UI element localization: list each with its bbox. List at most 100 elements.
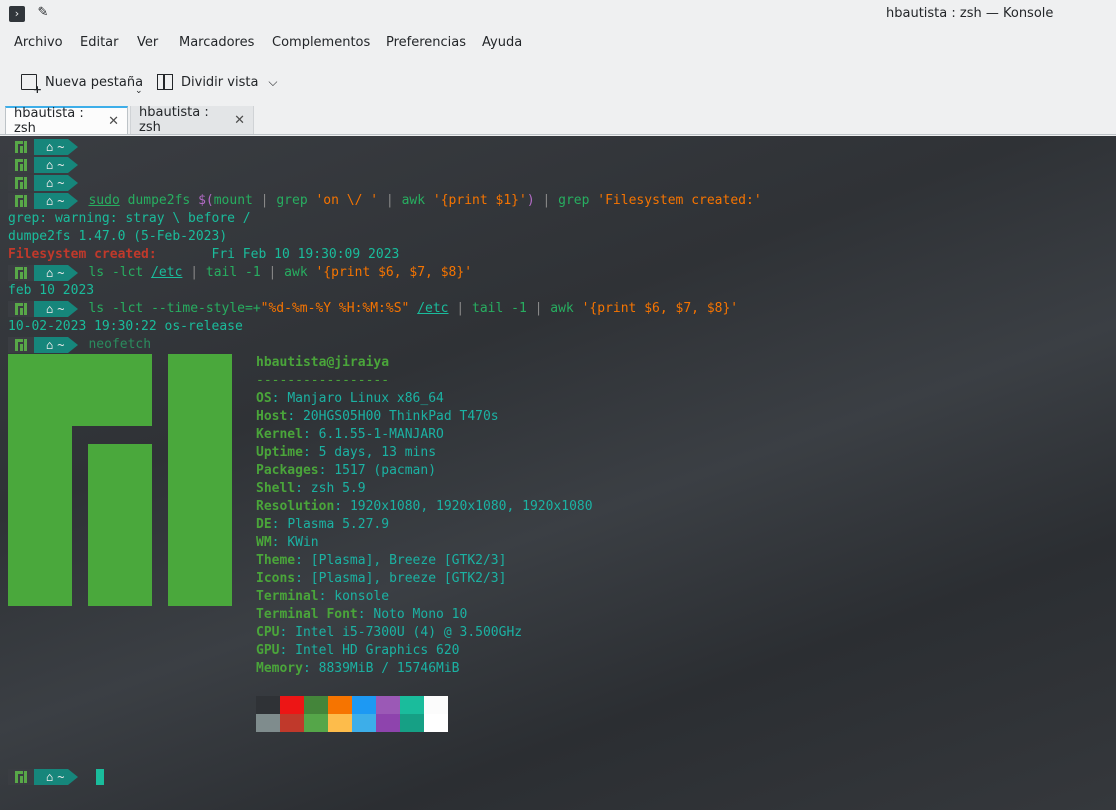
new-tab-button[interactable]: Nueva pestaña ⌄ [21, 70, 144, 96]
info-row: GPU: Intel HD Graphics 620 [256, 643, 460, 658]
info-row: Terminal: konsole [256, 589, 390, 604]
menu-ayuda[interactable]: Ayuda [482, 35, 522, 50]
color-swatch [304, 714, 328, 732]
toolbar: Nueva pestaña ⌄ Dividir vista ⌵ [0, 64, 1116, 100]
color-swatch [280, 714, 304, 732]
tab-label: hbautista : zsh [139, 105, 209, 135]
color-swatch [400, 714, 424, 732]
info-label: Terminal Font [256, 607, 358, 622]
output-line: 10-02-2023 19:30:22 os-release [8, 319, 243, 334]
info-label: Theme [256, 553, 296, 568]
info-value: 20HGS05H00 ThinkPad T470s [302, 409, 499, 424]
info-label: DE [256, 517, 272, 532]
color-swatch [328, 696, 352, 714]
info-row: Icons: [Plasma], breeze [GTK2/3] [256, 571, 507, 586]
color-swatch [352, 714, 376, 732]
shell-prompt: ⌂ ~ neofetch [8, 337, 151, 353]
color-swatch [376, 696, 400, 714]
new-tab-label: Nueva pestaña [45, 74, 144, 90]
terminal-app-icon[interactable]: › [9, 6, 25, 22]
user-host: hbautista@jiraiya [256, 355, 390, 370]
menu-preferencias[interactable]: Preferencias [386, 35, 466, 50]
close-icon[interactable]: ✕ [108, 114, 119, 129]
home-icon: ⌂ [46, 158, 54, 172]
menu-marcadores[interactable]: Marcadores [179, 35, 254, 50]
manjaro-icon [8, 337, 34, 353]
close-icon[interactable]: ✕ [234, 113, 245, 128]
color-swatch [304, 696, 328, 714]
info-value: konsole [334, 589, 390, 604]
manjaro-icon [8, 265, 34, 281]
chevron-down-icon[interactable]: ⌄ [135, 86, 143, 96]
home-icon: ⌂ [46, 176, 54, 190]
prompt-cwd: ~ [57, 158, 65, 172]
info-row: Memory: 8839MiB / 15746MiB [256, 661, 460, 676]
command-line: ls -lct /etc | tail -1 | awk '{print $6,… [88, 265, 473, 280]
info-label: WM [256, 535, 272, 550]
menu-ver[interactable]: Ver [137, 35, 158, 50]
command-line: sudo dumpe2fs $(mount | grep 'on \/ ' | … [88, 193, 762, 208]
info-value: 1920x1080, 1920x1080, 1920x1080 [349, 499, 593, 514]
output-line: grep: warning: stray \ before / [8, 211, 251, 226]
menu-archivo[interactable]: Archivo [14, 35, 63, 50]
manjaro-icon [8, 301, 34, 317]
info-label: Kernel [256, 427, 303, 442]
info-label: Resolution [256, 499, 335, 514]
shell-prompt: ⌂ ~ sudo dumpe2fs $(mount | grep 'on \/ '… [8, 193, 762, 209]
shell-prompt: ⌂ ~ [8, 769, 79, 785]
info-row: Resolution: 1920x1080, 1920x1080, 1920x1… [256, 499, 593, 514]
shell-prompt: ⌂ ~ ls -lct --time-style=+"%d-%m-%Y %H:%M… [8, 301, 738, 317]
manjaro-icon [8, 193, 34, 209]
color-swatch [256, 696, 280, 714]
info-row: Packages: 1517 (pacman) [256, 463, 437, 478]
menubar: Archivo Editar Ver Marcadores Complement… [0, 30, 1116, 56]
info-label: OS [256, 391, 272, 406]
info-row: Theme: [Plasma], Breeze [GTK2/3] [256, 553, 507, 568]
output-line: Filesystem created: Fri Feb 10 19:30:09 … [8, 247, 400, 262]
prompt-cwd: ~ [57, 770, 65, 784]
command-line: ls -lct --time-style=+"%d-%m-%Y %H:%M:%S… [88, 301, 739, 316]
split-view-button[interactable]: Dividir vista ⌵ [157, 70, 278, 94]
info-row: Terminal Font: Noto Mono 10 [256, 607, 468, 622]
info-label: CPU [256, 625, 280, 640]
manjaro-icon [8, 139, 34, 155]
info-value: Intel HD Graphics 620 [295, 643, 460, 658]
window-titlebar[interactable]: › ✎ hbautista : zsh — Konsole [0, 0, 1116, 28]
color-swatch [256, 714, 280, 732]
window-title: hbautista : zsh — Konsole [886, 6, 1054, 21]
split-view-label: Dividir vista [181, 74, 259, 90]
tab-2[interactable]: hbautista : zsh ✕ [130, 105, 254, 135]
info-label: Memory [256, 661, 303, 676]
color-swatch [280, 696, 304, 714]
info-row: Shell: zsh 5.9 [256, 481, 366, 496]
info-value: 1517 (pacman) [334, 463, 437, 478]
home-icon: ⌂ [46, 338, 54, 352]
info-row: CPU: Intel i5-7300U (4) @ 3.500GHz [256, 625, 523, 640]
info-label: Shell [256, 481, 296, 496]
info-label: GPU [256, 643, 280, 658]
color-swatch [376, 714, 400, 732]
info-value: Plasma 5.27.9 [287, 517, 390, 532]
tab-1[interactable]: hbautista : zsh ✕ [5, 106, 128, 136]
info-value: zsh 5.9 [310, 481, 366, 496]
info-value: 8839MiB / 15746MiB [318, 661, 460, 676]
pin-icon[interactable]: ✎ [35, 5, 51, 21]
manjaro-icon [8, 157, 34, 173]
split-view-icon [157, 74, 173, 90]
prompt-cwd: ~ [57, 338, 65, 352]
prompt-cwd: ~ [57, 140, 65, 154]
home-icon: ⌂ [46, 194, 54, 208]
info-label: Icons [256, 571, 296, 586]
menu-editar[interactable]: Editar [80, 35, 119, 50]
chevron-down-icon[interactable]: ⌵ [268, 75, 277, 90]
output-line: dumpe2fs 1.47.0 (5-Feb-2023) [8, 229, 228, 244]
info-value: [Plasma], breeze [GTK2/3] [310, 571, 507, 586]
manjaro-icon [8, 175, 34, 191]
info-value: Manjaro Linux x86_64 [287, 391, 444, 406]
menu-complementos[interactable]: Complementos [272, 35, 370, 50]
info-label: Uptime [256, 445, 303, 460]
home-icon: ⌂ [46, 140, 54, 154]
terminal-view[interactable]: ⌂ ~ ⌂ ~ ⌂ ~ ⌂ ~ sudo dumpe2fs $(mount | grep… [0, 136, 1116, 810]
shell-prompt: ⌂ ~ ls -lct /etc | tail -1 | awk '{print … [8, 265, 472, 281]
shell-prompt: ⌂ ~ [8, 139, 79, 155]
